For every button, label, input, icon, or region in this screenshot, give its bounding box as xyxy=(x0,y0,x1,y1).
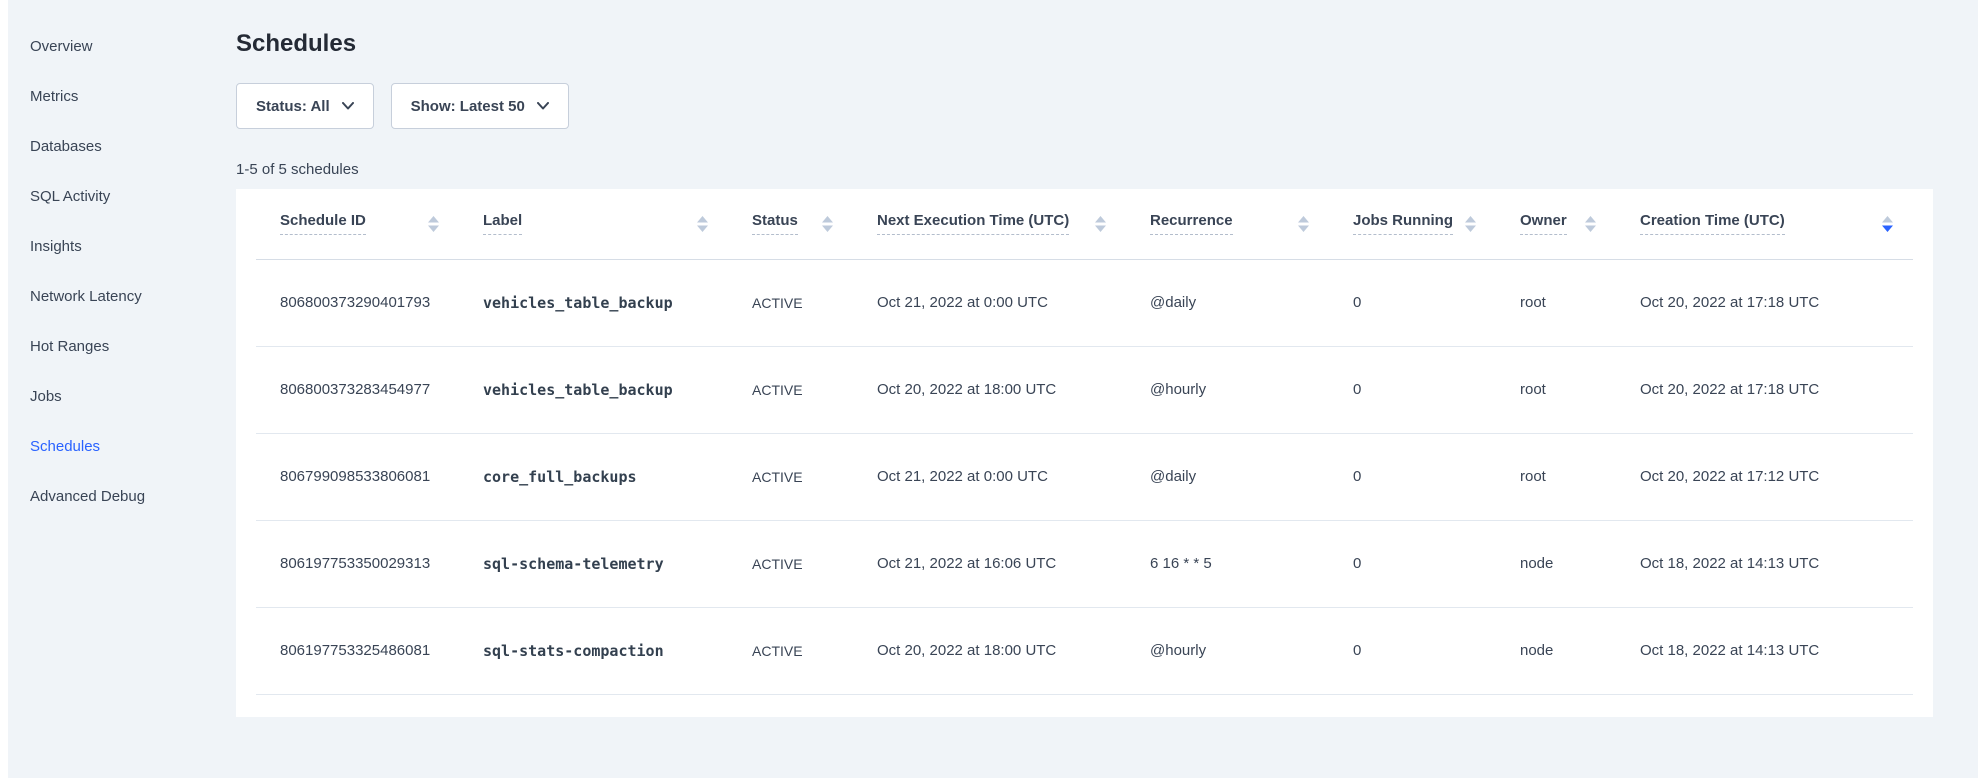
cell-recurrence: 6 16 * * 5 xyxy=(1126,520,1329,607)
cell-next-execution: Oct 21, 2022 at 0:00 UTC xyxy=(853,433,1126,520)
cell-creation-time: Oct 20, 2022 at 17:12 UTC xyxy=(1616,433,1913,520)
column-label: Recurrence xyxy=(1150,212,1233,235)
column-label: Status xyxy=(752,212,798,235)
sort-arrows-icon xyxy=(1585,216,1596,232)
sort-arrows-icon xyxy=(1882,216,1893,232)
cell-owner: root xyxy=(1496,346,1616,433)
sidebar-item-network-latency[interactable]: Network Latency xyxy=(8,271,236,321)
cell-status: ACTIVE xyxy=(728,433,853,520)
chevron-down-icon xyxy=(537,102,549,110)
column-header-owner[interactable]: Owner xyxy=(1496,189,1616,259)
column-label: Next Execution Time (UTC) xyxy=(877,212,1069,235)
cell-id: 806800373283454977 xyxy=(256,346,459,433)
cell-jobs-running: 0 xyxy=(1329,433,1496,520)
cell-status: ACTIVE xyxy=(728,520,853,607)
main-content: Schedules Status: All Show: Latest 50 1-… xyxy=(236,0,1978,717)
status-filter-dropdown[interactable]: Status: All xyxy=(236,83,374,129)
cell-id: 806799098533806081 xyxy=(256,433,459,520)
left-edge-strip xyxy=(0,0,8,778)
cell-next-execution: Oct 20, 2022 at 18:00 UTC xyxy=(853,346,1126,433)
sidebar-item-metrics[interactable]: Metrics xyxy=(8,71,236,121)
table-row: 806197753325486081sql-stats-compactionAC… xyxy=(256,607,1913,694)
column-label: Owner xyxy=(1520,212,1567,235)
cell-owner: root xyxy=(1496,433,1616,520)
cell-label: vehicles_table_backup xyxy=(459,346,728,433)
chevron-down-icon xyxy=(342,102,354,110)
column-header-schedule-id[interactable]: Schedule ID xyxy=(256,189,459,259)
column-header-label[interactable]: Label xyxy=(459,189,728,259)
cell-next-execution: Oct 21, 2022 at 0:00 UTC xyxy=(853,259,1126,346)
sidebar-item-databases[interactable]: Databases xyxy=(8,121,236,171)
cell-id: 806197753325486081 xyxy=(256,607,459,694)
cell-next-execution: Oct 21, 2022 at 16:06 UTC xyxy=(853,520,1126,607)
cell-label: sql-schema-telemetry xyxy=(459,520,728,607)
sort-arrows-icon xyxy=(428,216,439,232)
cell-status: ACTIVE xyxy=(728,346,853,433)
cell-jobs-running: 0 xyxy=(1329,346,1496,433)
schedules-table: Schedule ID Label Status Next Execution Tim… xyxy=(256,189,1913,695)
cell-label: core_full_backups xyxy=(459,433,728,520)
show-filter-label: Show: Latest 50 xyxy=(411,98,525,115)
sidebar-item-overview[interactable]: Overview xyxy=(8,21,236,71)
filter-bar: Status: All Show: Latest 50 xyxy=(236,83,1978,129)
cell-jobs-running: 0 xyxy=(1329,607,1496,694)
cell-creation-time: Oct 20, 2022 at 17:18 UTC xyxy=(1616,259,1913,346)
cell-creation-time: Oct 18, 2022 at 14:13 UTC xyxy=(1616,520,1913,607)
cell-label: sql-stats-compaction xyxy=(459,607,728,694)
column-header-recurrence[interactable]: Recurrence xyxy=(1126,189,1329,259)
cell-owner: node xyxy=(1496,607,1616,694)
cell-next-execution: Oct 20, 2022 at 18:00 UTC xyxy=(853,607,1126,694)
table-row: 806800373283454977vehicles_table_backupA… xyxy=(256,346,1913,433)
cell-status: ACTIVE xyxy=(728,607,853,694)
sort-arrows-icon xyxy=(1465,216,1476,232)
table-row: 806799098533806081core_full_backupsACTIV… xyxy=(256,433,1913,520)
column-label: Jobs Running xyxy=(1353,212,1453,235)
sidebar-item-hot-ranges[interactable]: Hot Ranges xyxy=(8,321,236,371)
cell-label: vehicles_table_backup xyxy=(459,259,728,346)
sort-arrows-icon xyxy=(1095,216,1106,232)
column-label: Schedule ID xyxy=(280,212,366,235)
status-filter-label: Status: All xyxy=(256,98,330,115)
page-title: Schedules xyxy=(236,31,1978,57)
cell-jobs-running: 0 xyxy=(1329,259,1496,346)
sidebar-item-advanced-debug[interactable]: Advanced Debug xyxy=(8,471,236,521)
table-row: 806800373290401793vehicles_table_backupA… xyxy=(256,259,1913,346)
sort-arrows-icon xyxy=(1298,216,1309,232)
sort-arrows-icon xyxy=(822,216,833,232)
table-row: 806197753350029313sql-schema-telemetryAC… xyxy=(256,520,1913,607)
results-count: 1-5 of 5 schedules xyxy=(236,162,1978,178)
sidebar-item-insights[interactable]: Insights xyxy=(8,221,236,271)
column-header-next-execution-time-utc[interactable]: Next Execution Time (UTC) xyxy=(853,189,1126,259)
column-header-creation-time-utc[interactable]: Creation Time (UTC) xyxy=(1616,189,1913,259)
cell-recurrence: @daily xyxy=(1126,259,1329,346)
column-header-status[interactable]: Status xyxy=(728,189,853,259)
cell-recurrence: @hourly xyxy=(1126,346,1329,433)
cell-creation-time: Oct 20, 2022 at 17:18 UTC xyxy=(1616,346,1913,433)
schedules-page: OverviewMetricsDatabasesSQL ActivityInsi… xyxy=(0,0,1978,778)
show-filter-dropdown[interactable]: Show: Latest 50 xyxy=(391,83,569,129)
sort-arrows-icon xyxy=(697,216,708,232)
table-header-row: Schedule ID Label Status Next Execution Tim… xyxy=(256,189,1913,259)
cell-status: ACTIVE xyxy=(728,259,853,346)
sidebar-item-schedules[interactable]: Schedules xyxy=(8,421,236,471)
column-label: Label xyxy=(483,212,522,235)
cell-creation-time: Oct 18, 2022 at 14:13 UTC xyxy=(1616,607,1913,694)
cell-owner: root xyxy=(1496,259,1616,346)
cell-recurrence: @hourly xyxy=(1126,607,1329,694)
sidebar-nav: OverviewMetricsDatabasesSQL ActivityInsi… xyxy=(8,21,236,521)
schedules-table-card: Schedule ID Label Status Next Execution Tim… xyxy=(236,189,1933,717)
cell-id: 806197753350029313 xyxy=(256,520,459,607)
column-label: Creation Time (UTC) xyxy=(1640,212,1785,235)
sidebar-item-jobs[interactable]: Jobs xyxy=(8,371,236,421)
cell-owner: node xyxy=(1496,520,1616,607)
cell-id: 806800373290401793 xyxy=(256,259,459,346)
sidebar-item-sql-activity[interactable]: SQL Activity xyxy=(8,171,236,221)
cell-recurrence: @daily xyxy=(1126,433,1329,520)
cell-jobs-running: 0 xyxy=(1329,520,1496,607)
column-header-jobs-running[interactable]: Jobs Running xyxy=(1329,189,1496,259)
